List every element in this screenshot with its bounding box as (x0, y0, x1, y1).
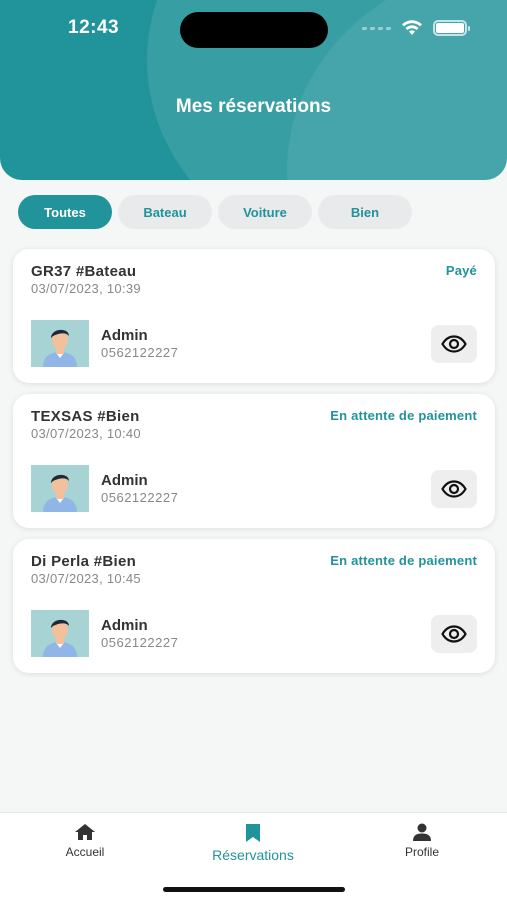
payment-status: En attente de paiement (330, 553, 477, 568)
filter-car[interactable]: Voiture (218, 195, 312, 229)
reservation-date: 03/07/2023, 10:45 (31, 571, 141, 586)
view-button[interactable] (431, 325, 477, 363)
filter-all[interactable]: Toutes (18, 195, 112, 229)
dynamic-island (180, 12, 328, 48)
view-button[interactable] (431, 615, 477, 653)
nav-profile-label: Profile (404, 845, 439, 859)
nav-reservations-label: Réservations (212, 847, 294, 863)
view-button[interactable] (431, 470, 477, 508)
reservation-card[interactable]: TEXSAS #Bien 03/07/2023, 10:40 En attent… (13, 394, 495, 528)
reservation-title: GR37 #Bateau (31, 263, 137, 280)
avatar (31, 465, 89, 512)
reservation-card[interactable]: Di Perla #Bien 03/07/2023, 10:45 En atte… (13, 539, 495, 673)
eye-icon (441, 625, 467, 643)
signal-icon (362, 26, 391, 30)
filter-tabs: Toutes Bateau Voiture Bien (18, 195, 412, 229)
user-phone: 0562122227 (101, 345, 179, 360)
person-icon (413, 823, 431, 841)
payment-status: Payé (445, 263, 477, 278)
home-icon (75, 824, 95, 840)
reservation-date: 03/07/2023, 10:39 (31, 281, 141, 296)
user-name: Admin (101, 617, 148, 634)
user-phone: 0562122227 (101, 490, 179, 505)
nav-home-label: Accueil (65, 845, 105, 859)
nav-home[interactable]: Accueil (30, 823, 140, 859)
filter-boat[interactable]: Bateau (118, 195, 212, 229)
battery-icon (433, 20, 470, 36)
page-title: Mes réservations (175, 96, 332, 117)
wifi-icon (402, 20, 422, 35)
user-name: Admin (101, 472, 148, 489)
nav-reservations[interactable]: Réservations (198, 823, 308, 863)
reservation-card[interactable]: GR37 #Bateau 03/07/2023, 10:39 Payé Admi… (13, 249, 495, 383)
filter-property[interactable]: Bien (318, 195, 412, 229)
user-phone: 0562122227 (101, 635, 179, 650)
reservation-title: Di Perla #Bien (31, 553, 137, 570)
eye-icon (441, 480, 467, 498)
status-time: 12:43 (68, 17, 120, 38)
avatar (31, 610, 89, 657)
bookmark-icon (246, 824, 260, 842)
reservation-title: TEXSAS #Bien (31, 408, 140, 425)
status-icons (362, 20, 470, 36)
nav-profile[interactable]: Profile (367, 823, 477, 859)
home-indicator (163, 887, 345, 892)
eye-icon (441, 335, 467, 353)
reservation-date: 03/07/2023, 10:40 (31, 426, 141, 441)
avatar (31, 320, 89, 367)
user-name: Admin (101, 327, 148, 344)
payment-status: En attente de paiement (330, 408, 477, 423)
